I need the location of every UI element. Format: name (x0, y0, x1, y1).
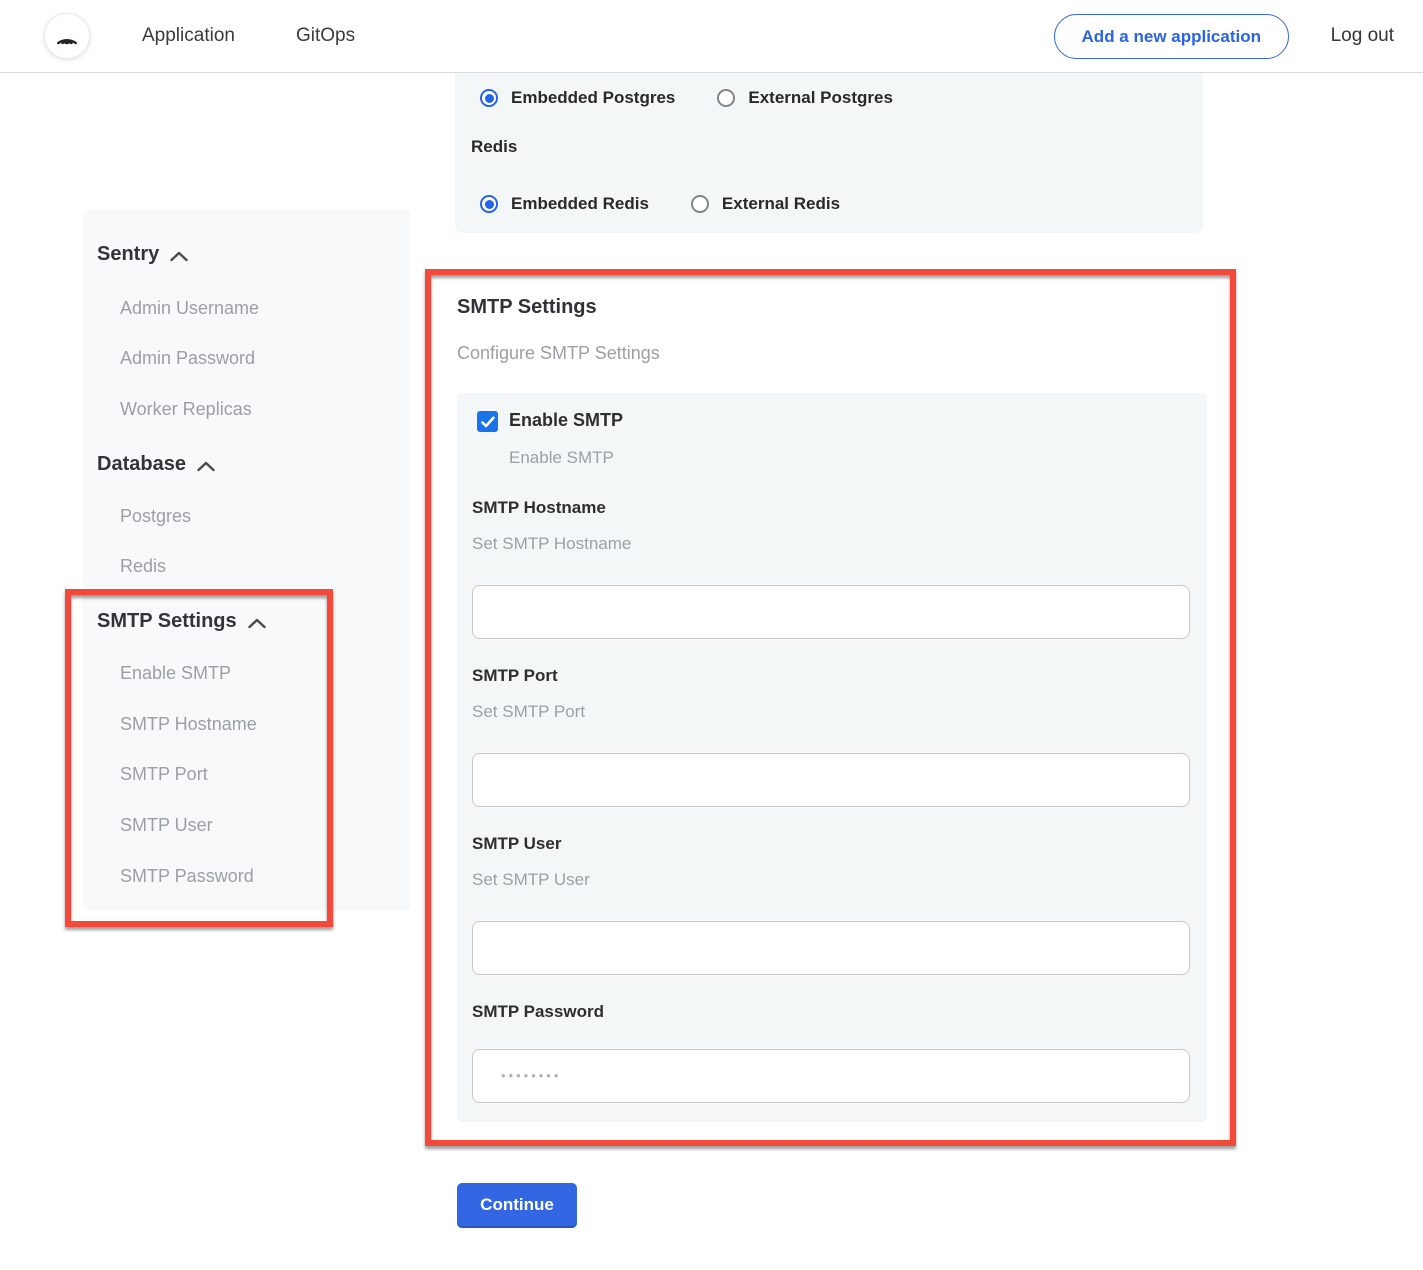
sidebar-item-smtp-password[interactable]: SMTP Password (120, 866, 254, 887)
checkmark-icon (481, 416, 495, 428)
sidebar-item-admin-password[interactable]: Admin Password (120, 348, 255, 369)
smtp-hostname-label: SMTP Hostname (472, 498, 606, 518)
nav-tab-gitops[interactable]: GitOps (296, 0, 355, 72)
smtp-hostname-input[interactable] (472, 585, 1190, 639)
sidebar-item-worker-replicas[interactable]: Worker Replicas (120, 399, 252, 420)
sidebar-section-database[interactable]: Database (97, 453, 216, 476)
config-sidebar: Sentry Admin Username Admin Password Wor… (83, 209, 410, 911)
add-new-application-button[interactable]: Add a new application (1054, 14, 1289, 59)
sidebar-item-enable-smtp[interactable]: Enable SMTP (120, 663, 231, 684)
chevron-up-icon (169, 250, 189, 262)
sidebar-item-redis[interactable]: Redis (120, 556, 166, 577)
smtp-port-label: SMTP Port (472, 666, 558, 686)
enable-smtp-help: Enable SMTP (509, 448, 614, 468)
sidebar-item-postgres[interactable]: Postgres (120, 506, 191, 527)
smtp-hostname-help: Set SMTP Hostname (472, 534, 631, 554)
sidebar-section-sentry[interactable]: Sentry (97, 243, 189, 266)
smtp-port-input[interactable] (472, 753, 1190, 807)
radio-embedded-redis[interactable] (480, 195, 498, 213)
smtp-user-help: Set SMTP User (472, 870, 590, 890)
chevron-up-icon (196, 460, 216, 472)
sidebar-section-database-label: Database (97, 453, 186, 476)
smtp-user-input[interactable] (472, 921, 1190, 975)
nav-tab-application[interactable]: Application (142, 0, 235, 72)
enable-smtp-label[interactable]: Enable SMTP (509, 410, 623, 431)
sidebar-item-smtp-port[interactable]: SMTP Port (120, 764, 208, 785)
smtp-password-input[interactable] (472, 1049, 1190, 1103)
radio-external-postgres[interactable] (717, 89, 735, 107)
chevron-up-icon (247, 617, 267, 629)
sidebar-item-smtp-user[interactable]: SMTP User (120, 815, 213, 836)
radio-label-embedded-redis[interactable]: Embedded Redis (511, 194, 649, 214)
redis-group-label: Redis (471, 137, 517, 157)
smtp-section-title: SMTP Settings (457, 296, 597, 319)
continue-button[interactable]: Continue (457, 1183, 577, 1228)
sidebar-section-sentry-label: Sentry (97, 243, 159, 266)
smtp-section-subtitle: Configure SMTP Settings (457, 343, 660, 364)
smtp-user-label: SMTP User (472, 834, 561, 854)
radio-external-redis[interactable] (691, 195, 709, 213)
radio-label-embedded-postgres[interactable]: Embedded Postgres (511, 88, 675, 108)
sidebar-item-admin-username[interactable]: Admin Username (120, 298, 259, 319)
sentry-logo-icon (53, 22, 81, 50)
radio-label-external-postgres[interactable]: External Postgres (748, 88, 893, 108)
app-logo[interactable] (44, 13, 90, 59)
radio-label-external-redis[interactable]: External Redis (722, 194, 840, 214)
sidebar-item-smtp-hostname[interactable]: SMTP Hostname (120, 714, 257, 735)
logout-link[interactable]: Log out (1331, 0, 1394, 72)
radio-embedded-postgres[interactable] (480, 89, 498, 107)
database-config-panel: Embedded Postgres External Postgres Redi… (455, 73, 1203, 233)
smtp-settings-panel: Enable SMTP Enable SMTP SMTP Hostname Se… (457, 393, 1207, 1122)
postgres-radio-group: Embedded Postgres External Postgres (480, 88, 893, 108)
sidebar-section-smtp-settings-label: SMTP Settings (97, 610, 237, 633)
top-nav-bar: Application GitOps Add a new application… (0, 0, 1423, 73)
redis-radio-group: Embedded Redis External Redis (480, 194, 840, 214)
enable-smtp-checkbox[interactable] (477, 411, 498, 432)
smtp-port-help: Set SMTP Port (472, 702, 585, 722)
sidebar-section-smtp-settings[interactable]: SMTP Settings (97, 610, 267, 633)
smtp-password-label: SMTP Password (472, 1002, 604, 1022)
